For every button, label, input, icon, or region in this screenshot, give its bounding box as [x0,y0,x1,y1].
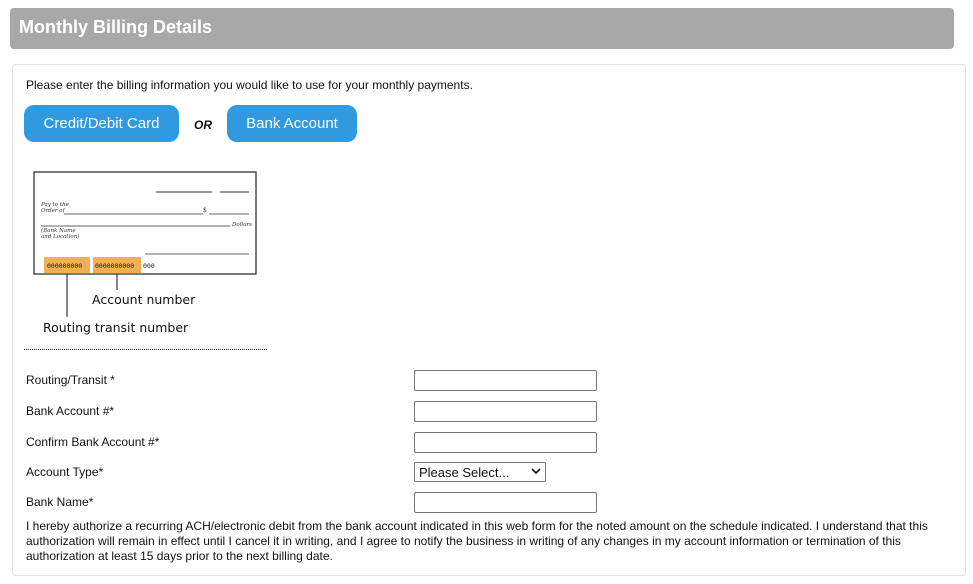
routing-digits: 000000000 [47,262,82,270]
bank-account-button[interactable]: Bank Account [227,105,357,142]
bank-account-input[interactable] [414,401,597,422]
account-number-caption: Account number [92,292,196,307]
check-diagram: Pay to the Order of $ Dollars (Bank Name… [33,171,257,335]
page-title: Monthly Billing Details [19,17,213,37]
account-type-selected: Please Select... [419,465,510,480]
authorization-text: I hereby authorize a recurring ACH/elect… [26,519,928,563]
bank-location-label: and Location) [41,233,79,240]
credit-debit-card-button[interactable]: Credit/Debit Card [24,105,179,142]
dollars-label: Dollars [231,222,252,228]
billing-panel: Please enter the billing information you… [12,64,966,576]
dollar-sign: $ [203,207,207,214]
order-of-label: Order of [41,208,66,214]
section-divider [24,349,267,350]
bank-name-label-field: Bank Name* [26,495,94,509]
confirm-bank-account-input[interactable] [414,432,597,453]
chevron-down-icon [531,468,541,475]
routing-transit-input[interactable] [414,370,597,391]
or-separator: OR [194,118,212,132]
intro-text: Please enter the billing information you… [26,78,473,92]
routing-number-caption: Routing transit number [43,320,189,335]
bank-name-input[interactable] [414,492,597,513]
account-type-label: Account Type* [26,465,104,479]
routing-transit-label: Routing/Transit * [26,373,115,387]
bank-name-label: (Bank Name [41,227,76,234]
confirm-bank-account-label: Confirm Bank Account #* [26,435,160,449]
account-type-select[interactable]: Please Select... [414,462,546,482]
bank-account-label: Bank Account #* [26,404,115,418]
account-digits: 0000000000 [95,262,134,270]
page-header: Monthly Billing Details [10,8,954,49]
check-digits: 000 [143,262,155,270]
